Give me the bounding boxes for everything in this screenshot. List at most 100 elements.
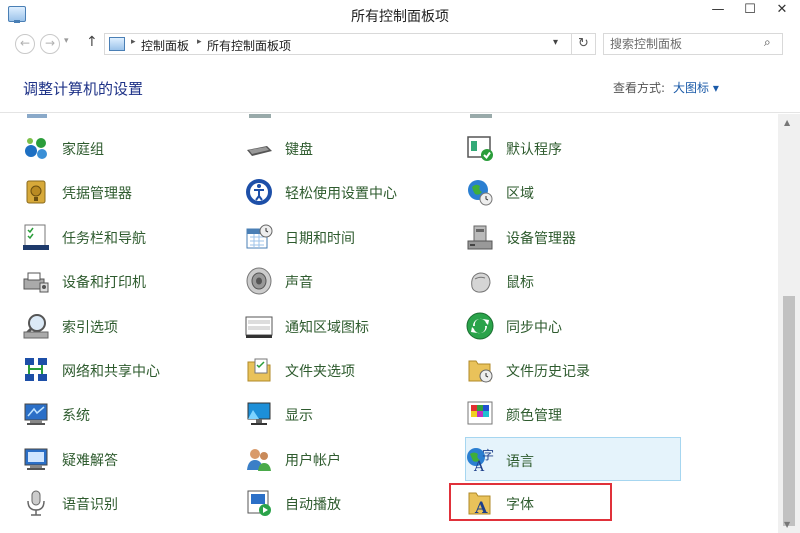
item-homegroup[interactable]: 家庭组 xyxy=(22,128,232,168)
item-display[interactable]: 显示 xyxy=(245,394,455,434)
back-button[interactable]: ← xyxy=(15,34,35,54)
item-label: 同步中心 xyxy=(506,320,562,336)
item-taskbar-navigation[interactable]: 任务栏和导航 xyxy=(22,217,232,257)
sync-center-icon xyxy=(466,312,494,340)
item-system[interactable]: 系统 xyxy=(22,394,232,434)
taskbar-icon xyxy=(23,224,49,250)
autoplay-icon xyxy=(247,490,271,516)
item-label: 轻松使用设置中心 xyxy=(285,186,397,202)
search-box[interactable]: ⌕ xyxy=(603,33,783,55)
item-autoplay[interactable]: 自动播放 xyxy=(245,483,455,523)
partial-item-icon xyxy=(470,114,492,118)
item-label: 网络和共享中心 xyxy=(62,364,160,380)
item-language[interactable]: A字 语言 xyxy=(465,437,681,481)
item-label: 系统 xyxy=(62,408,90,424)
file-history-icon xyxy=(468,360,493,383)
partial-item-icon xyxy=(249,114,271,118)
svg-text:字: 字 xyxy=(482,447,494,462)
item-label: 通知区域图标 xyxy=(285,320,369,336)
ease-of-access-icon xyxy=(246,179,272,205)
item-label: 默认程序 xyxy=(506,142,562,158)
minimize-button[interactable]: — xyxy=(704,0,732,22)
vertical-scrollbar[interactable]: ▲ ▼ xyxy=(778,114,800,533)
item-speech-recognition[interactable]: 语音识别 xyxy=(22,483,232,523)
credential-manager-icon xyxy=(26,180,46,204)
item-label: 区域 xyxy=(506,186,534,202)
display-icon xyxy=(247,402,271,425)
item-folder-options[interactable]: 文件夹选项 xyxy=(245,350,455,390)
maximize-button[interactable]: ☐ xyxy=(736,0,764,22)
language-icon: A字 xyxy=(467,447,494,473)
item-label: 显示 xyxy=(285,408,313,424)
item-label: 文件夹选项 xyxy=(285,364,355,380)
devices-printers-icon xyxy=(23,272,49,293)
network-center-icon xyxy=(25,358,47,381)
item-label: 语音识别 xyxy=(62,497,118,513)
item-label: 自动播放 xyxy=(285,497,341,513)
address-dropdown-button[interactable]: ▾ xyxy=(553,37,558,48)
item-network-sharing-center[interactable]: 网络和共享中心 xyxy=(22,350,232,390)
mouse-icon xyxy=(471,272,491,293)
date-time-icon xyxy=(246,224,273,249)
refresh-button[interactable]: ↻ xyxy=(571,34,595,54)
item-user-accounts[interactable]: 用户帐户 xyxy=(245,439,455,479)
item-label: 设备和打印机 xyxy=(62,275,146,291)
breadcrumb-all-items[interactable]: 所有控制面板项 xyxy=(207,37,291,54)
view-by-dropdown[interactable]: 大图标 ▾ xyxy=(673,79,719,96)
highlight-box xyxy=(449,483,612,521)
item-label: 颜色管理 xyxy=(506,408,562,424)
address-bar[interactable]: ▸ 控制面板 ▸ 所有控制面板项 ▾ ↻ xyxy=(104,33,596,55)
content-header: 调整计算机的设置 查看方式: 大图标 ▾ xyxy=(0,58,800,113)
breadcrumb-separator[interactable]: ▸ xyxy=(131,37,136,47)
scroll-up-arrow[interactable]: ▲ xyxy=(784,118,790,127)
breadcrumb-control-panel[interactable]: 控制面板 xyxy=(141,37,189,54)
item-label: 键盘 xyxy=(285,142,313,158)
item-label: 索引选项 xyxy=(62,320,118,336)
item-label: 凭据管理器 xyxy=(62,186,132,202)
item-ease-of-access[interactable]: 轻松使用设置中心 xyxy=(245,172,455,212)
item-date-time[interactable]: 日期和时间 xyxy=(245,217,455,257)
item-device-manager[interactable]: 设备管理器 xyxy=(466,217,676,257)
search-input[interactable] xyxy=(604,34,754,54)
forward-button[interactable]: → xyxy=(40,34,60,54)
item-color-management[interactable]: 颜色管理 xyxy=(466,394,676,434)
homegroup-icon xyxy=(25,138,47,159)
item-keyboard[interactable]: 键盘 xyxy=(245,128,455,168)
item-devices-printers[interactable]: 设备和打印机 xyxy=(22,261,232,301)
scroll-thumb[interactable] xyxy=(783,296,795,526)
close-button[interactable]: ✕ xyxy=(764,0,800,22)
partial-item-icon xyxy=(27,114,47,118)
view-by-label: 查看方式: xyxy=(613,81,666,95)
up-button[interactable]: ↑ xyxy=(86,34,98,50)
item-sound[interactable]: 声音 xyxy=(245,261,455,301)
control-panel-icon xyxy=(109,37,125,51)
system-icon xyxy=(24,403,48,425)
indexing-icon xyxy=(23,314,49,339)
item-region[interactable]: 区域 xyxy=(466,172,676,212)
item-label: 任务栏和导航 xyxy=(62,231,146,247)
item-mouse[interactable]: 鼠标 xyxy=(466,261,676,301)
item-default-programs[interactable]: 默认程序 xyxy=(466,128,676,168)
title-bar: 所有控制面板项 — ☐ ✕ xyxy=(0,0,800,30)
item-sync-center[interactable]: 同步中心 xyxy=(466,306,676,346)
item-label: 语言 xyxy=(506,454,534,470)
speech-recognition-icon xyxy=(27,490,45,516)
item-label: 疑难解答 xyxy=(62,453,118,469)
item-indexing-options[interactable]: 索引选项 xyxy=(22,306,232,346)
troubleshooting-icon xyxy=(24,448,48,470)
item-label: 声音 xyxy=(285,275,313,291)
address-toolbar: ← → ▾ ↑ ▸ 控制面板 ▸ 所有控制面板项 ▾ ↻ ⌕ xyxy=(0,30,800,58)
search-icon[interactable]: ⌕ xyxy=(764,35,771,50)
breadcrumb-separator[interactable]: ▸ xyxy=(197,37,202,47)
color-management-icon xyxy=(467,401,493,425)
item-troubleshooting[interactable]: 疑难解答 xyxy=(22,439,232,479)
item-file-history[interactable]: 文件历史记录 xyxy=(466,350,676,390)
item-notification-area-icons[interactable]: 通知区域图标 xyxy=(245,306,455,346)
page-title: 调整计算机的设置 xyxy=(23,80,144,98)
recent-locations-button[interactable]: ▾ xyxy=(64,36,69,46)
scroll-down-arrow[interactable]: ▼ xyxy=(784,520,790,529)
device-manager-icon xyxy=(467,225,493,250)
item-credential-manager[interactable]: 凭据管理器 xyxy=(22,172,232,212)
item-label: 家庭组 xyxy=(62,142,104,158)
item-label: 用户帐户 xyxy=(285,453,341,469)
